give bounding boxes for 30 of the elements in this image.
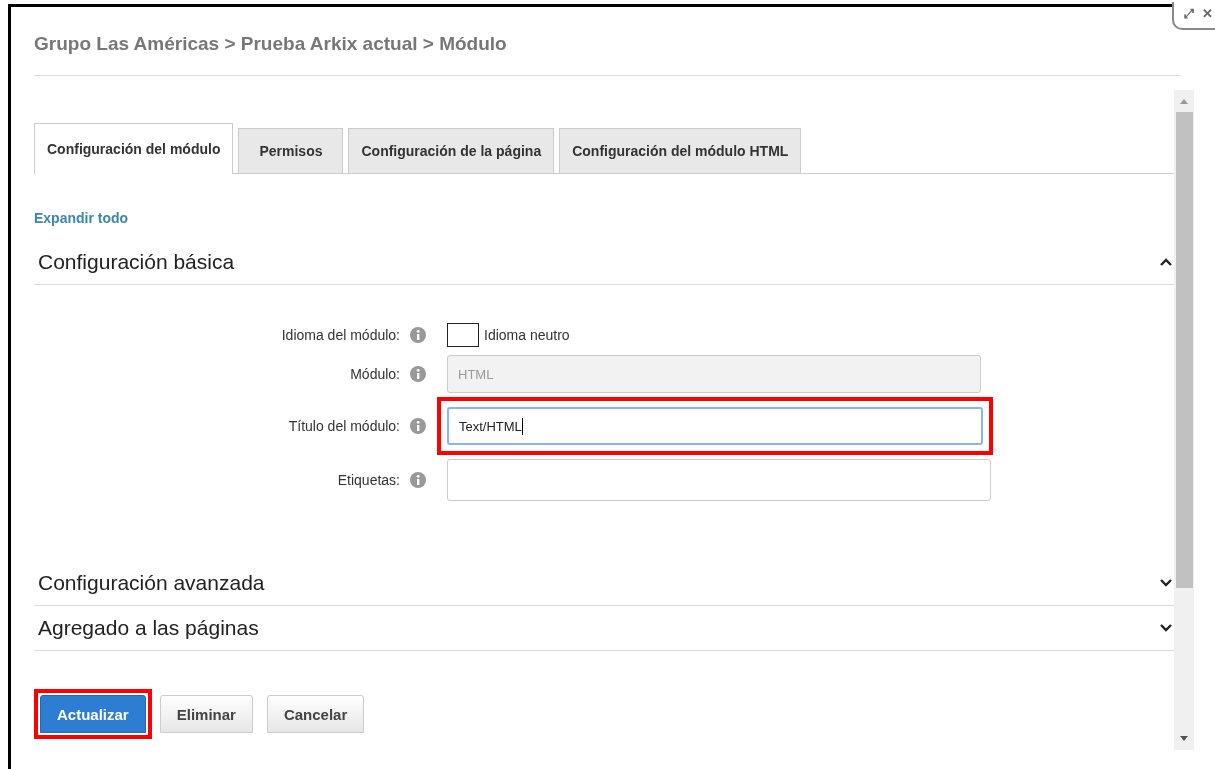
tab[interactable]: Configuración del módulo HTML [559,128,802,173]
action-button[interactable]: Eliminar [159,695,253,733]
action-button[interactable]: Cancelar [266,695,365,733]
field-label: Idioma del módulo: [281,327,400,343]
checkbox-label[interactable]: Idioma neutro [484,327,570,343]
input-field[interactable]: Text/HTML [447,407,983,445]
caret-icon[interactable] [1160,579,1172,587]
scrollbar[interactable] [1174,90,1194,750]
caret-icon[interactable] [1160,258,1172,266]
field-label: Etiquetas: [337,472,400,488]
field-label: Título del módulo: [288,418,400,434]
section-title[interactable]: Configuración básica [38,250,235,274]
checkbox[interactable] [447,323,479,347]
section-title[interactable]: Agregado a las páginas [38,616,259,640]
section-title[interactable]: Configuración avanzada [38,571,265,595]
field-label: Módulo: [350,366,400,382]
input-field[interactable] [447,459,991,501]
tab[interactable]: Configuración del módulo [34,123,234,174]
info-icon[interactable] [410,418,426,434]
info-icon[interactable] [410,366,426,382]
expand-all-link[interactable]: Expandir todo [34,210,1174,226]
action-button[interactable]: Actualizar [40,695,146,733]
tab[interactable]: Permisos [238,128,344,173]
caret-icon[interactable] [1160,624,1172,632]
breadcrumb: Grupo Las Américas > Prueba Arkix actual > Módulo [34,7,1181,76]
info-icon[interactable] [410,327,426,343]
scroll-up-icon[interactable] [1179,98,1189,104]
scroll-down-icon[interactable] [1179,736,1189,742]
tab[interactable]: Configuración de la página [348,128,555,173]
info-icon[interactable] [410,472,426,488]
